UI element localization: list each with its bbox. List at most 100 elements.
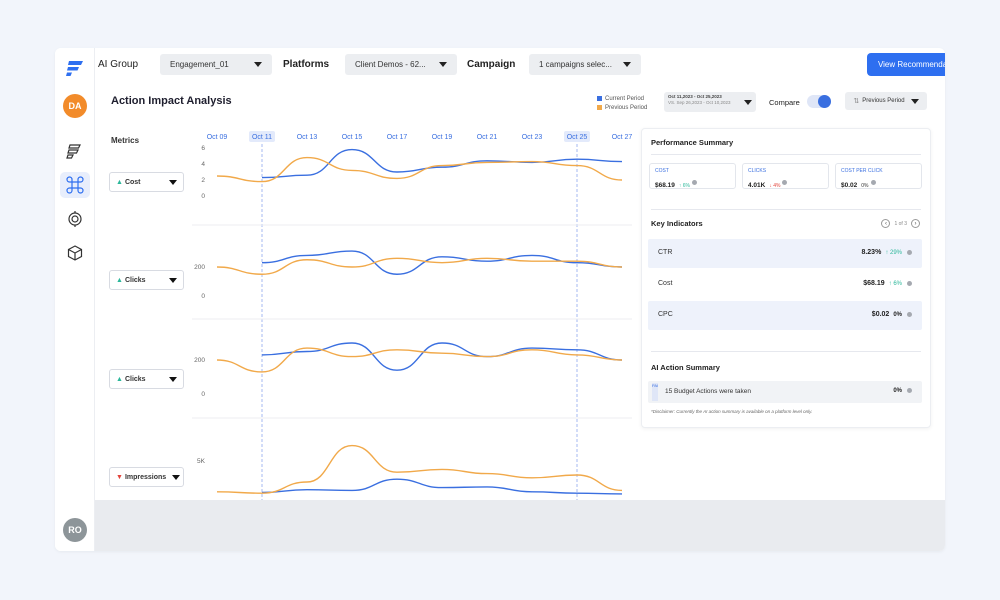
x-tick-label: Oct 11 — [252, 134, 272, 141]
page-title: Action Impact Analysis — [111, 95, 232, 107]
cost-value: $68.19 — [655, 182, 675, 189]
x-tick-label: Oct 13 — [297, 134, 318, 141]
x-tick-label: Oct 17 — [387, 134, 408, 141]
chevron-down-icon — [172, 474, 181, 480]
x-tick-label: Oct 19 — [432, 134, 453, 141]
previous-period-swatch — [597, 104, 602, 110]
toggle-knob — [818, 95, 831, 108]
info-icon[interactable] — [907, 311, 912, 317]
metric-label: Clicks — [124, 276, 146, 284]
clicks-label: CLICKS — [748, 168, 767, 174]
metric-select-cost[interactable]: ▲ Cost — [109, 172, 184, 192]
indicator-name: CPC — [658, 311, 673, 318]
info-icon[interactable] — [782, 180, 788, 186]
y-tick-label: 5K — [197, 458, 206, 465]
nav-cube[interactable] — [60, 240, 90, 266]
divider — [651, 154, 921, 155]
indicator-row-cpc: CPC $0.02 0% — [648, 301, 922, 330]
y-tick-label: 6 — [201, 145, 205, 152]
campaign-value: 1 campaigns selec... — [539, 60, 612, 69]
indicator-value: 8.23% — [861, 249, 882, 256]
date-range-current: Oct 11,2023 - Oct 25,2023 — [668, 94, 722, 99]
sort-icon: ⇅ — [853, 98, 860, 105]
indicator-change: ↑ 29% — [885, 250, 902, 256]
metric-select-clicks[interactable]: ▲ Clicks — [109, 270, 184, 290]
period-select-value: Previous Period — [862, 98, 905, 104]
cpc-change: 0% — [861, 183, 869, 189]
trend-up-icon: ▲ — [116, 276, 123, 284]
y-tick-label: 200 — [194, 357, 205, 364]
sidebar: DA RO — [55, 48, 95, 551]
indicator-name: Cost — [658, 280, 673, 287]
cpc-summary-box: COST PER CLICK $0.02 0% — [835, 163, 922, 189]
nav-command[interactable] — [60, 172, 90, 198]
view-recommendation-button[interactable]: View Recommendation — [867, 53, 945, 76]
nav-layers[interactable] — [60, 138, 90, 164]
period-select[interactable]: ⇅ Previous Period — [845, 92, 927, 110]
info-icon[interactable] — [870, 180, 876, 186]
key-indicators-title: Key Indicators — [651, 219, 703, 228]
indicator-name: CTR — [658, 249, 673, 256]
compare-toggle[interactable] — [807, 95, 831, 108]
indicator-value: $0.02 — [871, 311, 890, 318]
clicks-change-value: 4% — [773, 183, 781, 189]
ai-group-label: AI Group — [98, 59, 139, 70]
x-tick-label: Oct 25 — [567, 134, 588, 141]
divider — [651, 209, 921, 210]
ai-group-select[interactable]: Engagement_01 — [160, 54, 272, 75]
indicator-change-value: 6% — [893, 281, 902, 287]
indicator-row-ctr: CTR 8.23% ↑ 29% — [648, 239, 922, 268]
series-line — [216, 444, 623, 494]
y-tick-label: 2 — [201, 177, 205, 184]
metric-label: Clicks — [124, 375, 146, 383]
y-tick-label: 0 — [201, 293, 205, 300]
impact-chart: Oct 09 Oct 11 Oct 13 Oct 15 Oct 17 Oct 19 Oct … — [192, 131, 632, 500]
bottom-avatar[interactable]: RO — [63, 518, 87, 542]
layers-icon — [66, 144, 81, 159]
series-line — [261, 478, 623, 495]
filter-bar: AI Group Engagement_01 Platforms Client … — [95, 48, 945, 82]
chevron-down-icon — [169, 376, 177, 382]
chevron-down-icon — [254, 62, 262, 67]
platforms-label: Platforms — [283, 59, 330, 70]
platforms-value: Client Demos - 62... — [355, 60, 426, 69]
metric-select-clicks-2[interactable]: ▲ Clicks — [109, 369, 184, 389]
indicator-change-value: 29% — [889, 250, 902, 256]
y-tick-label: 0 — [201, 391, 205, 398]
x-tick-label: Oct 23 — [522, 134, 543, 141]
command-icon — [66, 176, 84, 194]
info-icon[interactable] — [692, 180, 698, 186]
metric-select-impressions[interactable]: ▼ Impressions — [109, 467, 184, 487]
info-icon[interactable] — [907, 249, 912, 255]
ai-group-value: Engagement_01 — [170, 60, 229, 69]
user-avatar[interactable]: DA — [63, 94, 87, 118]
cost-summary-box: COST $68.19 ↑ 6% — [649, 163, 736, 189]
info-icon[interactable] — [907, 388, 912, 393]
info-icon[interactable] — [907, 280, 912, 286]
indicator-value: $68.19 — [863, 280, 885, 287]
performance-summary-title: Performance Summary — [651, 138, 734, 147]
cost-change: ↑ 6% — [678, 183, 691, 189]
y-tick-label: 0 — [201, 193, 205, 200]
footer-area — [95, 500, 945, 551]
series-line — [261, 342, 623, 371]
chevron-right-icon[interactable]: › — [911, 219, 920, 228]
chevron-down-icon — [744, 100, 752, 105]
campaign-select[interactable]: 1 campaigns selec... — [529, 54, 641, 75]
metric-label: Impressions — [124, 473, 167, 481]
chevron-left-icon[interactable]: ‹ — [881, 219, 891, 228]
nav-loop[interactable] — [60, 206, 90, 232]
app-logo[interactable] — [64, 57, 86, 79]
date-range-previous: VS. Sep 26,2023 - Oct 10,2023 — [668, 99, 731, 105]
metrics-label: Metrics — [111, 136, 140, 145]
platforms-select[interactable]: Client Demos - 62... — [345, 54, 457, 75]
pai-badge: PAI — [652, 383, 658, 401]
ai-action-text: 15 Budget Actions were taken — [665, 388, 752, 395]
date-range-select[interactable]: Oct 11,2023 - Oct 25,2023 VS. Sep 26,202… — [664, 92, 756, 112]
campaign-label: Campaign — [467, 59, 516, 70]
loop-icon — [68, 211, 82, 227]
cpc-label: COST PER CLICK — [841, 168, 883, 174]
clicks-value: 4.01K — [748, 182, 766, 189]
chevron-down-icon — [169, 179, 177, 185]
chart-legend: Current Period Previous Period — [597, 95, 647, 113]
